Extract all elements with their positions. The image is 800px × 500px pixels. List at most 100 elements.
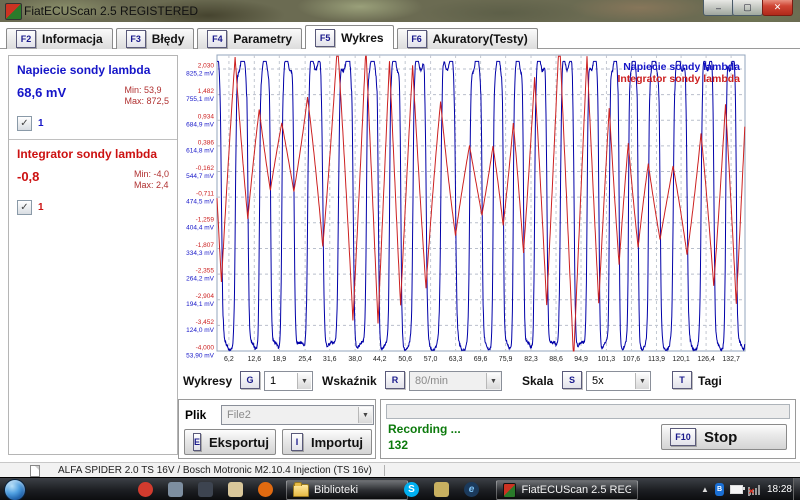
sensor-panel: Napiecie sondy lambda 68,6 mV Min: 53,9M… (8, 55, 178, 455)
svg-text:69,6: 69,6 (474, 356, 488, 363)
chart-canvas: 2,030825,2 mV1,482755,1 mV0,934684,9 mV0… (183, 53, 750, 367)
sensor-value: -0,8 (17, 169, 39, 191)
svg-text:132,7: 132,7 (722, 356, 740, 363)
svg-text:82,3: 82,3 (524, 356, 538, 363)
restore-button[interactable]: ▢ (732, 0, 763, 16)
svg-text:0,386: 0,386 (198, 139, 215, 146)
chart-legend: Napiecie sondy lambda Integrator sondy l… (617, 61, 740, 85)
export-button[interactable]: E Eksportuj (184, 429, 276, 455)
sensor-name: Napiecie sondy lambda (17, 63, 169, 77)
document-icon (30, 465, 40, 477)
svg-text:-0,711: -0,711 (196, 191, 214, 198)
svg-text:474,5 mV: 474,5 mV (186, 199, 214, 206)
status-bar: ALFA SPIDER 2.0 TS 16V / Bosch Motronic … (0, 462, 800, 478)
lambda-chart: Napiecie sondy lambda Integrator sondy l… (183, 53, 750, 367)
f6-key-badge: F6 (407, 30, 427, 48)
network-signal-icon[interactable]: ✕ (749, 485, 761, 495)
divider (384, 465, 385, 476)
svg-text:614,8 mV: 614,8 mV (186, 147, 214, 154)
svg-text:684,9 mV: 684,9 mV (186, 122, 214, 129)
close-button[interactable]: ✕ (762, 0, 793, 16)
tab-parametry[interactable]: F4 Parametry (197, 28, 302, 49)
tab-bledy[interactable]: F3 Błędy (116, 28, 195, 49)
svg-text:-0,162: -0,162 (196, 165, 215, 172)
f10-key-badge: F10 (670, 428, 696, 446)
svg-text:101,3: 101,3 (598, 356, 616, 363)
wykresy-label: Wykresy (183, 374, 232, 388)
svg-text:57,0: 57,0 (424, 356, 438, 363)
app-dark-icon[interactable] (198, 482, 213, 497)
browser-red-icon[interactable] (138, 482, 153, 497)
folder-app-icon[interactable] (434, 482, 449, 497)
recording-status: Recording ... (388, 422, 461, 436)
tab-page-wykres: Napiecie sondy lambda 68,6 mV Min: 53,9M… (0, 48, 800, 461)
svg-text:31,6: 31,6 (323, 356, 337, 363)
file-select[interactable]: File2▼ (221, 405, 374, 425)
skala-select[interactable]: 5x▼ (586, 371, 651, 391)
channel-label: 1 (38, 202, 44, 213)
taskbar-biblioteki-button[interactable]: Biblioteki (286, 480, 408, 500)
svg-text:63,3: 63,3 (449, 356, 463, 363)
start-button[interactable] (4, 479, 26, 500)
legend-integrator: Integrator sondy lambda (617, 73, 740, 85)
wykresy-select[interactable]: 1▼ (264, 371, 313, 391)
app-gray-icon[interactable] (168, 482, 183, 497)
svg-text:38,0: 38,0 (348, 356, 362, 363)
svg-text:-1,807: -1,807 (196, 242, 215, 249)
screen: FiatECUScan 2.5 REGISTERED – ▢ ✕ F2 Info… (0, 0, 800, 500)
show-desktop-button[interactable] (793, 478, 800, 500)
channel-checkbox[interactable]: ✓ (17, 116, 32, 131)
svg-text:126,4: 126,4 (697, 356, 715, 363)
star-orange-icon[interactable] (258, 482, 273, 497)
recording-count: 132 (388, 438, 408, 452)
legend-napiecie: Napiecie sondy lambda (617, 61, 740, 73)
f5-key-badge: F5 (315, 29, 335, 47)
t-key-badge: T (672, 371, 692, 389)
svg-text:334,3 mV: 334,3 mV (186, 250, 214, 257)
tab-label: Parametry (233, 32, 292, 46)
i-key-badge: I (291, 433, 303, 451)
taskbar-clock[interactable]: 18:28 (767, 484, 792, 495)
system-tray: ▲ B ✕ 18:28 (701, 478, 792, 500)
skype-icon[interactable]: S (404, 482, 419, 497)
svg-text:50,6: 50,6 (398, 356, 412, 363)
minimize-button[interactable]: – (703, 0, 734, 16)
import-button[interactable]: I Importuj (282, 429, 372, 455)
chevron-down-icon: ▼ (635, 373, 649, 389)
svg-text:-4,000: -4,000 (196, 345, 215, 352)
svg-text:44,2: 44,2 (373, 356, 387, 363)
svg-text:18,9: 18,9 (273, 356, 287, 363)
tab-informacja[interactable]: F2 Informacja (6, 28, 113, 49)
svg-text:75,9: 75,9 (499, 356, 513, 363)
chevron-down-icon: ▼ (297, 373, 311, 389)
battery-icon[interactable] (730, 485, 743, 494)
tab-wykres[interactable]: F5 Wykres (305, 25, 393, 49)
recording-groupbox: Recording ... 132 F10 Stop (380, 399, 796, 459)
svg-text:53,90 mV: 53,90 mV (186, 353, 214, 360)
channel-checkbox[interactable]: ✓ (17, 200, 32, 215)
svg-text:264,2 mV: 264,2 mV (186, 276, 214, 283)
mail-icon[interactable] (228, 482, 243, 497)
f3-key-badge: F3 (126, 30, 146, 48)
sensor-minmax: Min: -4,0Max: 2,4 (134, 169, 169, 191)
skala-label: Skala (522, 374, 553, 388)
f4-key-badge: F4 (207, 30, 227, 48)
tray-expand-icon[interactable]: ▲ (701, 485, 709, 494)
folder-icon (293, 484, 309, 497)
svg-text:544,7 mV: 544,7 mV (186, 173, 214, 180)
s-key-badge: S (562, 371, 582, 389)
taskbar-fiatecuscan-button[interactable]: FiatECUScan 2.5 REGI... (496, 480, 638, 500)
title-bar[interactable]: FiatECUScan 2.5 REGISTERED – ▢ ✕ (0, 0, 800, 22)
r-key-badge: R (385, 371, 405, 389)
svg-text:12,6: 12,6 (248, 356, 262, 363)
file-groupbox: Plik File2▼ E Eksportuj I Importuj (178, 399, 376, 459)
stop-button[interactable]: F10 Stop (661, 424, 787, 450)
wskaznik-select[interactable]: 80/min▼ (409, 371, 502, 391)
window-title: FiatECUScan 2.5 REGISTERED (24, 4, 198, 18)
tab-akuratory[interactable]: F6 Akuratory(Testy) (397, 28, 538, 49)
ie-icon[interactable]: e (464, 482, 479, 497)
bluetooth-icon[interactable]: B (715, 483, 724, 496)
wskaznik-label: Wskaźnik (322, 374, 377, 388)
f2-key-badge: F2 (16, 30, 36, 48)
sensor-value: 68,6 mV (17, 85, 66, 107)
